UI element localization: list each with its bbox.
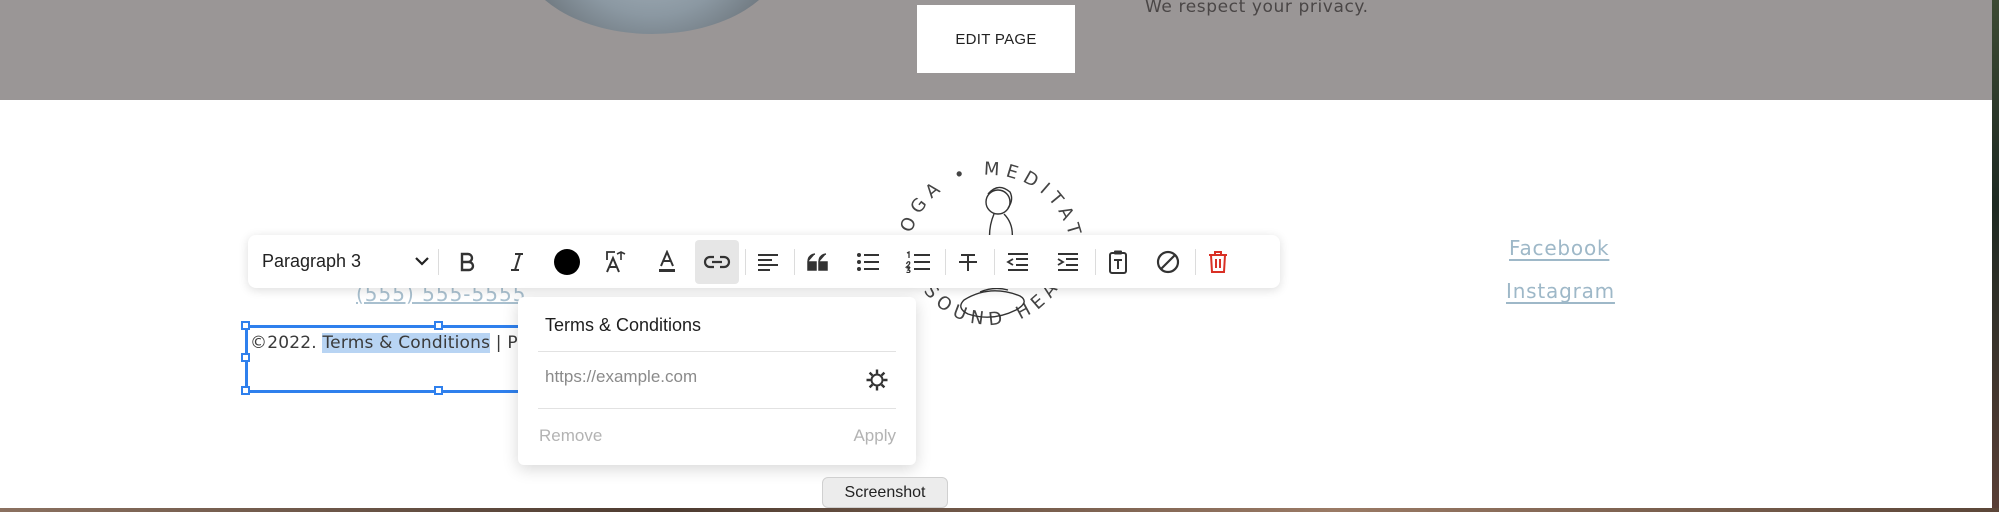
- link-button[interactable]: [695, 240, 739, 284]
- strikethrough-icon: [959, 254, 977, 271]
- bold-icon: [460, 252, 475, 272]
- paste-plain-text-button[interactable]: [1101, 245, 1135, 279]
- screenshot-tooltip: Screenshot: [822, 477, 948, 508]
- indent-icon: [1057, 253, 1078, 271]
- bold-button[interactable]: [450, 245, 484, 279]
- gear-icon[interactable]: [865, 368, 889, 392]
- edit-page-button[interactable]: EDIT PAGE: [917, 5, 1075, 73]
- highlight-button[interactable]: [650, 245, 684, 279]
- privacy-text: We respect your privacy.: [1145, 0, 1369, 17]
- remove-link-button[interactable]: Remove: [539, 426, 602, 446]
- paste-plain-text-icon: [1109, 250, 1127, 274]
- apply-link-button[interactable]: Apply: [853, 426, 896, 446]
- resize-handle-top-left[interactable]: [241, 321, 250, 330]
- popover-divider: [538, 408, 896, 409]
- toolbar-divider: [994, 249, 995, 275]
- clear-formatting-button[interactable]: [1151, 245, 1185, 279]
- text-color-button[interactable]: [550, 245, 584, 279]
- link-url-input[interactable]: [545, 367, 845, 387]
- align-left-icon: [758, 254, 778, 271]
- bullet-list-button[interactable]: [851, 245, 885, 279]
- italic-button[interactable]: [500, 245, 534, 279]
- italic-icon: [511, 253, 523, 271]
- background-edge-bottom: [0, 508, 1999, 512]
- popover-divider: [538, 351, 896, 352]
- blockquote-icon: [807, 253, 828, 271]
- facebook-link[interactable]: Facebook: [1509, 236, 1609, 260]
- delete-icon: [1209, 251, 1227, 273]
- text-block-selection[interactable]: [241, 321, 545, 395]
- blockquote-button[interactable]: [801, 245, 835, 279]
- text-color-icon: [554, 249, 580, 275]
- highlight-icon: [659, 250, 675, 272]
- resize-handle-middle-left[interactable]: [241, 353, 250, 362]
- paragraph-style-dropdown[interactable]: Paragraph 3: [262, 235, 429, 288]
- text-size-icon: [606, 251, 626, 273]
- toolbar-divider: [794, 249, 795, 275]
- background-edge-right: [1992, 0, 1999, 512]
- toolbar-divider: [438, 249, 439, 275]
- text-format-toolbar: Paragraph 3: [248, 235, 1280, 288]
- resize-handle-bottom-middle[interactable]: [434, 386, 443, 395]
- link-editor-popover: Terms & Conditions Remove Apply: [518, 297, 916, 465]
- align-left-button[interactable]: [751, 245, 785, 279]
- paragraph-style-label: Paragraph 3: [262, 251, 362, 271]
- header-section: EDIT PAGE We respect your privacy.: [0, 0, 1992, 100]
- link-text-value[interactable]: Terms & Conditions: [545, 315, 701, 336]
- indent-button[interactable]: [1051, 245, 1085, 279]
- chevron-down-icon: [415, 257, 429, 266]
- outdent-icon: [1006, 253, 1028, 271]
- strikethrough-button[interactable]: [951, 245, 985, 279]
- site-page: EDIT PAGE We respect your privacy. YOGA …: [0, 0, 1992, 508]
- numbered-list-icon: [905, 251, 930, 273]
- instagram-link[interactable]: Instagram: [1506, 279, 1615, 303]
- outdent-button[interactable]: [1001, 245, 1035, 279]
- text-size-button[interactable]: [600, 245, 634, 279]
- toolbar-divider: [1195, 249, 1196, 275]
- toolbar-divider: [945, 249, 946, 275]
- bullet-list-icon: [857, 253, 879, 271]
- clear-formatting-icon: [1156, 250, 1180, 274]
- resize-handle-top-middle[interactable]: [434, 321, 443, 330]
- resize-handle-bottom-left[interactable]: [241, 386, 250, 395]
- header-circle-image: [520, 0, 784, 34]
- delete-button[interactable]: [1201, 245, 1235, 279]
- toolbar-divider: [745, 249, 746, 275]
- numbered-list-button[interactable]: [901, 245, 935, 279]
- link-icon: [703, 255, 731, 269]
- toolbar-divider: [1095, 249, 1096, 275]
